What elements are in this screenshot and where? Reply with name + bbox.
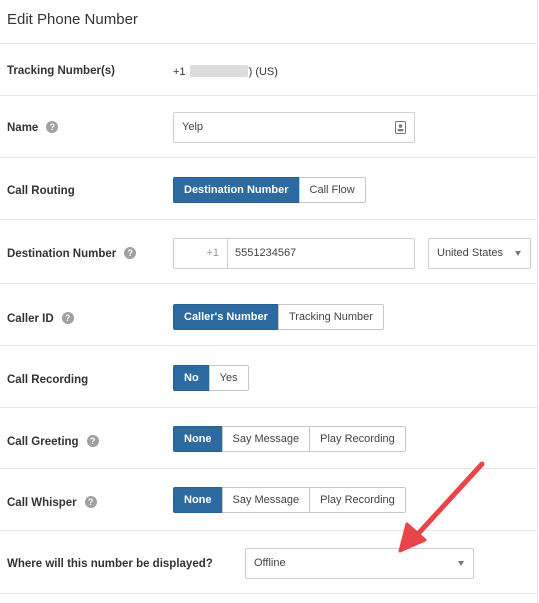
annotation-arrow [398, 461, 485, 553]
